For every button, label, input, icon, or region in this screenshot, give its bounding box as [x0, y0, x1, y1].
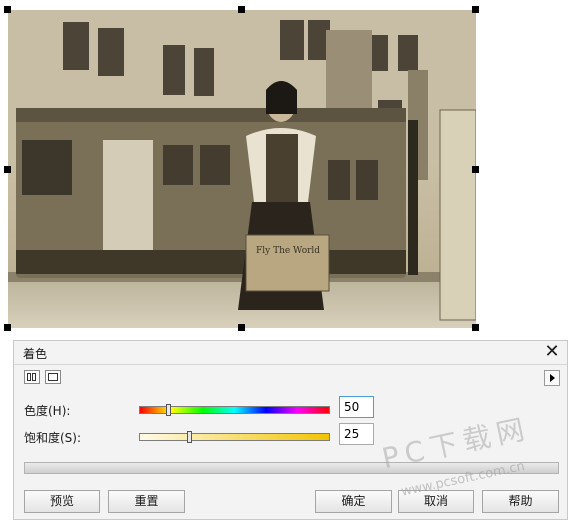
photo-sepia: Fly The World [8, 10, 476, 328]
split-right-icon [32, 373, 36, 381]
progress-bar [24, 462, 559, 474]
ok-button[interactable]: 确定 [315, 490, 392, 513]
image-canvas[interactable]: Fly The World [4, 6, 479, 331]
selection-handle-top-center[interactable] [238, 6, 245, 13]
selection-handle-middle-left[interactable] [4, 166, 11, 173]
single-preview-button[interactable] [45, 370, 61, 384]
expand-arrow-button[interactable] [544, 370, 560, 386]
selection-handle-top-right[interactable] [472, 6, 479, 13]
title-divider [14, 364, 567, 365]
cancel-button[interactable]: 取消 [398, 490, 474, 513]
suitcase-text: Fly The World [256, 246, 320, 256]
saturation-slider[interactable] [139, 431, 330, 443]
selection-handle-bottom-right[interactable] [472, 324, 479, 331]
split-preview-button[interactable] [24, 370, 40, 384]
selection-handle-bottom-left[interactable] [4, 324, 11, 331]
close-icon[interactable]: ✕ [543, 343, 561, 361]
split-left-icon [27, 373, 31, 381]
hue-slider[interactable] [139, 404, 330, 416]
hue-slider-thumb[interactable] [166, 404, 171, 416]
saturation-input[interactable] [339, 423, 374, 445]
hue-input[interactable] [339, 396, 374, 418]
selection-handle-middle-right[interactable] [472, 166, 479, 173]
triangle-right-icon [550, 374, 555, 382]
reset-button[interactable]: 重置 [108, 490, 185, 513]
single-view-icon [48, 373, 58, 381]
preview-button[interactable]: 预览 [24, 490, 100, 513]
hue-label: 色度(H): [24, 404, 71, 418]
help-button[interactable]: 帮助 [482, 490, 559, 513]
saturation-slider-thumb[interactable] [187, 431, 192, 443]
saturation-label: 饱和度(S): [24, 431, 82, 445]
selection-handle-top-left[interactable] [4, 6, 11, 13]
selection-handle-bottom-center[interactable] [238, 324, 245, 331]
dialog-title: 着色 [23, 347, 48, 361]
colorize-dialog: 着色 ✕ 色度(H): 饱和度(S): 预览 重置 确定 取消 帮助 [13, 340, 568, 520]
